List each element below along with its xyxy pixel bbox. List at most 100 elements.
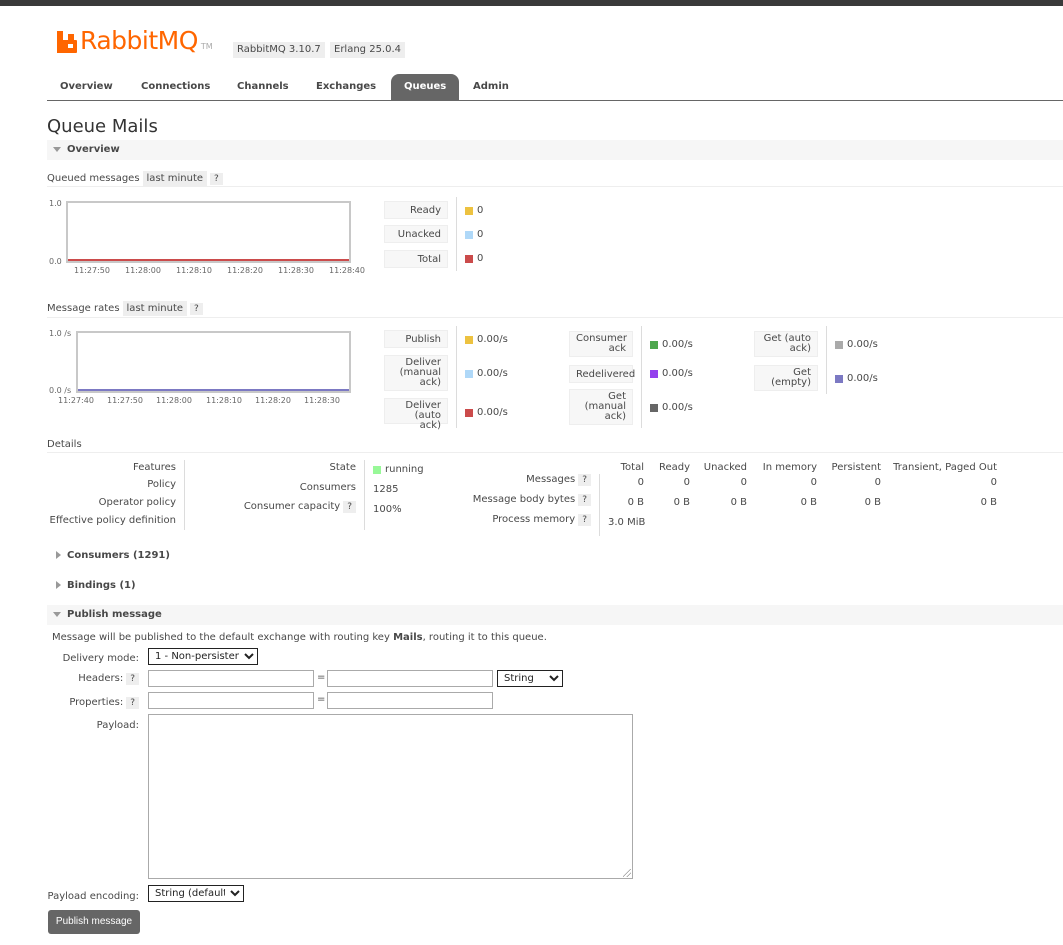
- tab-overview[interactable]: Overview: [50, 74, 123, 100]
- bindings-section-header[interactable]: Bindings (1): [47, 576, 347, 596]
- ready-value-text: 0: [477, 205, 484, 216]
- x-tick: 11:28:10: [176, 266, 212, 275]
- overview-section-label: Overview: [67, 144, 120, 155]
- col-header-persistent: Persistent: [831, 462, 881, 473]
- messages-transient: 0: [990, 477, 997, 488]
- deliver-auto-swatch: [465, 408, 473, 417]
- rabbitmq-logo[interactable]: RabbitMQ TM: [57, 28, 213, 53]
- headers-equals: =: [317, 672, 326, 683]
- col-header-ready: Ready: [658, 462, 690, 473]
- x-tick: 11:28:20: [227, 266, 263, 275]
- headers-label: Headers:: [78, 673, 124, 684]
- consumers-value: 1285: [373, 484, 399, 495]
- queued-range-selector[interactable]: last minute: [142, 171, 208, 186]
- queued-help-button[interactable]: ?: [210, 173, 223, 185]
- window-top-bar: [0, 0, 1063, 6]
- rates-help-button[interactable]: ?: [190, 303, 203, 315]
- consumer-capacity-value: 100%: [373, 504, 402, 515]
- get-manual-swatch: [650, 403, 658, 412]
- legend-consumer-ack-value: 0.00/s: [650, 339, 693, 350]
- headers-help-button[interactable]: ?: [126, 673, 139, 685]
- get-manual-value-text: 0.00/s: [662, 402, 693, 413]
- deliver-manual-swatch: [465, 369, 473, 378]
- col-header-total: Total: [620, 462, 644, 473]
- property-key-input[interactable]: [148, 692, 314, 709]
- legend-publish-value: 0.00/s: [465, 334, 508, 345]
- x-tick: 11:28:40: [329, 266, 365, 275]
- property-value-input[interactable]: [327, 692, 493, 709]
- messages-total: 0: [637, 477, 644, 488]
- header-value-input[interactable]: [327, 670, 493, 687]
- publish-section-header[interactable]: Publish message: [47, 605, 1063, 625]
- properties-equals: =: [317, 694, 326, 705]
- get-empty-swatch: [835, 374, 843, 383]
- process-memory-value: 3.0 MiB: [608, 517, 646, 528]
- properties-help-button[interactable]: ?: [126, 697, 139, 709]
- capacity-help-button[interactable]: ?: [343, 501, 356, 513]
- bytes-ready: 0 B: [673, 497, 690, 508]
- overview-section-header[interactable]: Overview: [47, 140, 1063, 160]
- legend-ready-value: 0: [465, 205, 483, 216]
- operator-policy-label: Operator policy: [98, 497, 176, 508]
- legend-redelivered-label: Redelivered: [569, 365, 635, 383]
- unacked-swatch: [465, 230, 473, 239]
- message-rates-chart: [76, 331, 351, 393]
- divider: [47, 317, 1063, 318]
- main-nav-tabs: Overview Connections Channels Exchanges …: [47, 74, 1063, 101]
- legend-deliver-manual-label: Deliver (manual ack): [384, 355, 448, 391]
- resize-handle-icon[interactable]: [623, 869, 631, 877]
- queued-total-line: [68, 259, 349, 261]
- process-memory-label: Process memory: [492, 514, 576, 525]
- consumer-ack-value-text: 0.00/s: [662, 339, 693, 350]
- messages-help-button[interactable]: ?: [578, 474, 591, 486]
- running-swatch: [373, 465, 381, 474]
- legend-get-empty-label: Get (empty): [754, 365, 818, 391]
- divider: [599, 474, 600, 536]
- messages-persistent: 0: [874, 477, 881, 488]
- erlang-version-badge: Erlang 25.0.4: [330, 42, 406, 58]
- bytes-unacked: 0 B: [730, 497, 747, 508]
- publish-desc-prefix: Message will be published to the default…: [52, 632, 394, 643]
- x-tick: 11:28:00: [125, 266, 161, 275]
- tab-queues[interactable]: Queues: [391, 74, 460, 100]
- process-memory-help-button[interactable]: ?: [578, 514, 591, 526]
- process-memory-label-row: Process memory?: [440, 514, 591, 526]
- legend-get-manual-label: Get (manual ack): [569, 389, 633, 425]
- publish-desc-key: Mails: [393, 632, 423, 643]
- payload-label: Payload:: [96, 720, 139, 731]
- page-title: Queue Mails: [47, 116, 158, 137]
- header-key-input[interactable]: [148, 670, 314, 687]
- tab-connections[interactable]: Connections: [131, 74, 220, 100]
- queued-messages-label-row: Queued messages last minute?: [47, 171, 223, 186]
- publish-desc-suffix: , routing it to this queue.: [422, 632, 547, 643]
- tab-admin[interactable]: Admin: [463, 74, 519, 100]
- x-tick: 11:28:30: [278, 266, 314, 275]
- messages-in-memory: 0: [810, 477, 817, 488]
- x-tick: 11:27:50: [74, 266, 110, 275]
- state-label: State: [329, 462, 356, 473]
- consumers-section-header[interactable]: Consumers (1291): [47, 546, 347, 566]
- policy-label: Policy: [147, 479, 176, 490]
- payload-encoding-select[interactable]: String (default): [148, 885, 244, 902]
- col-header-in-memory: In memory: [762, 462, 817, 473]
- publish-message-button[interactable]: Publish message: [48, 910, 140, 934]
- queue-name: Mails: [111, 116, 158, 137]
- get-auto-value-text: 0.00/s: [847, 339, 878, 350]
- message-rates-label-row: Message rates last minute?: [47, 301, 203, 316]
- divider: [47, 452, 1063, 453]
- x-tick: 11:28:10: [206, 396, 242, 405]
- message-rates-label: Message rates: [47, 303, 120, 314]
- tab-exchanges[interactable]: Exchanges: [306, 74, 386, 100]
- delivery-mode-select[interactable]: 1 - Non-persistent: [148, 648, 258, 665]
- payload-textarea[interactable]: [148, 714, 633, 879]
- body-bytes-label: Message body bytes: [472, 494, 576, 505]
- body-bytes-help-button[interactable]: ?: [578, 494, 591, 506]
- header-type-select[interactable]: String: [497, 670, 563, 687]
- logo-text: RabbitMQ: [80, 26, 198, 55]
- queued-messages-label: Queued messages: [47, 173, 140, 184]
- rates-range-selector[interactable]: last minute: [122, 301, 188, 316]
- legend-consumer-ack-label: Consumer ack: [569, 331, 633, 357]
- tab-channels[interactable]: Channels: [227, 74, 299, 100]
- legend-unacked-value: 0: [465, 229, 483, 240]
- properties-label-row: Properties:?: [47, 697, 139, 709]
